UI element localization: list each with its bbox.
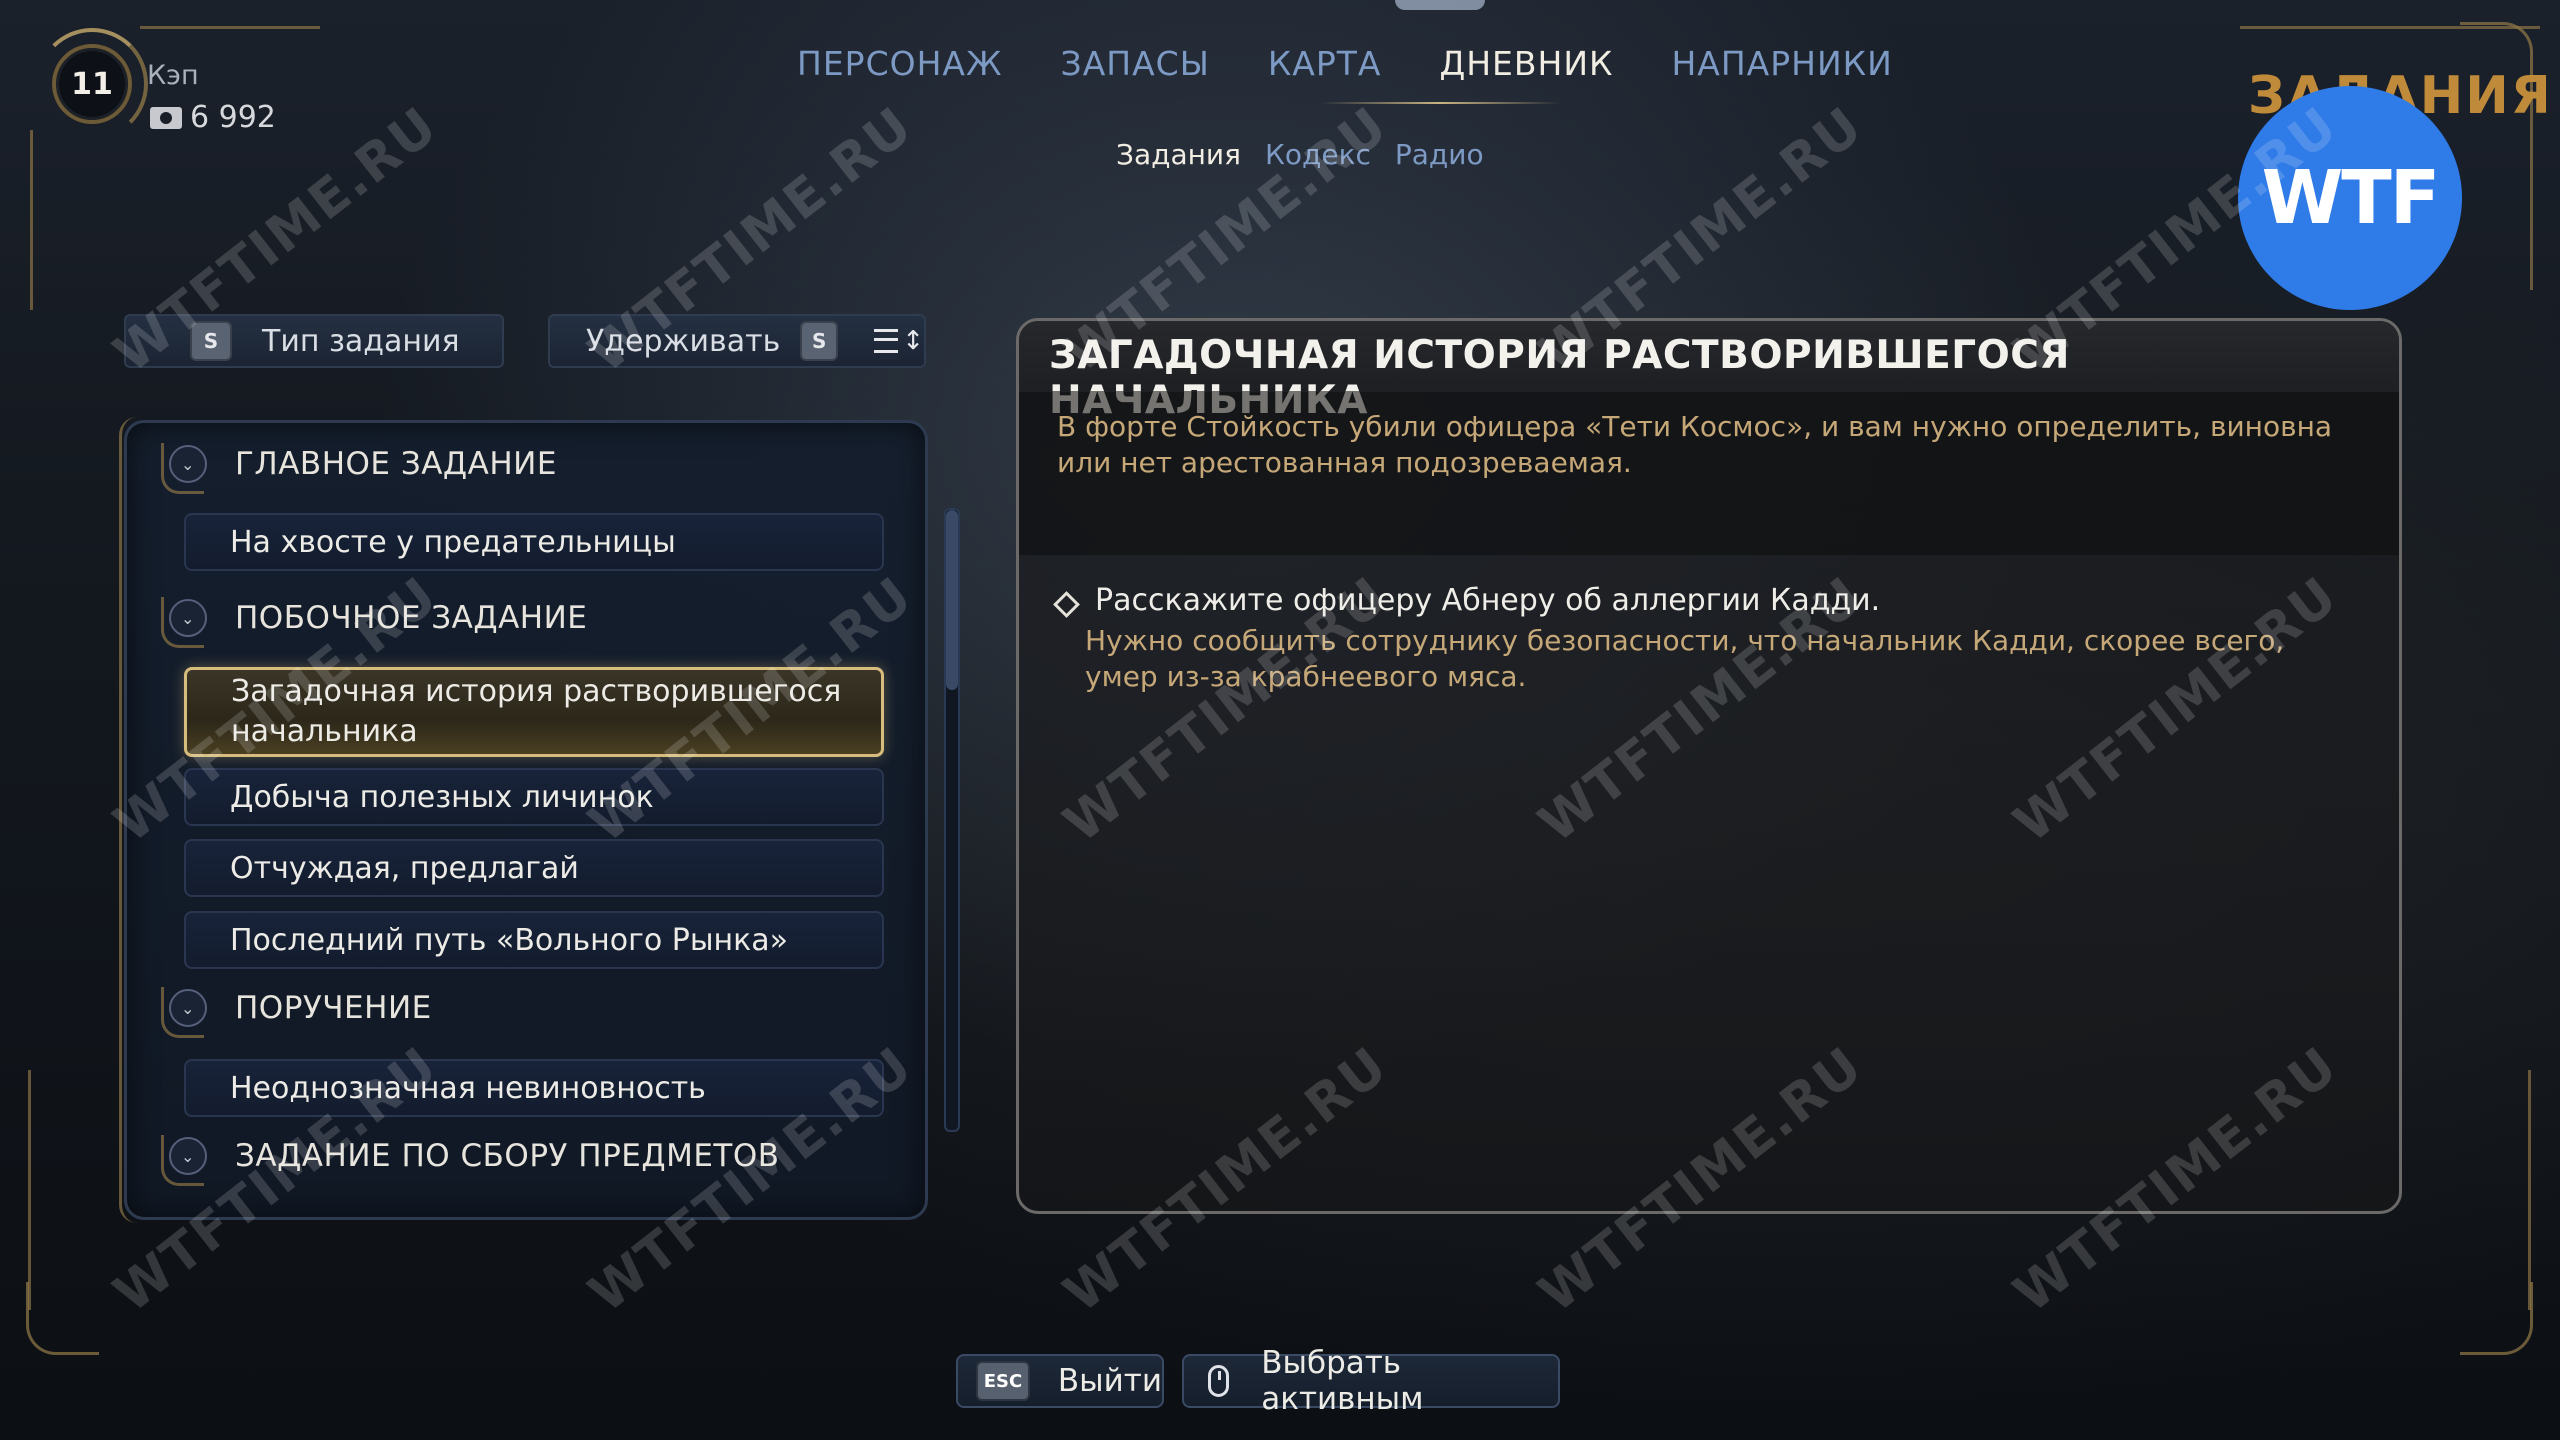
quest-list-scrollbar[interactable] xyxy=(944,508,960,1132)
nav-active-underline xyxy=(1320,102,1560,104)
frame-bottom-right xyxy=(2528,1070,2531,1310)
mouse-icon xyxy=(1208,1365,1230,1397)
objective-diamond-icon xyxy=(1053,591,1080,618)
subtab-radio[interactable]: Радио xyxy=(1395,138,1484,171)
category-label: ЗАДАНИЕ ПО СБОРУ ПРЕДМЕТОВ xyxy=(235,1138,780,1174)
quest-item[interactable]: На хвосте у предательницы xyxy=(184,513,884,571)
tab-map[interactable]: КАРТА xyxy=(1268,44,1382,83)
quest-item[interactable]: Добыча полезных личинок xyxy=(184,768,884,826)
tab-character[interactable]: ПЕРСОНАЖ xyxy=(797,44,1003,83)
exit-button[interactable]: ESC Выйти xyxy=(956,1354,1164,1408)
quest-item[interactable]: Последний путь «Вольного Рынка» xyxy=(184,911,884,969)
category-side-quest[interactable]: ⌄ ПОБОЧНОЕ ЗАДАНИЕ xyxy=(169,589,587,647)
set-active-button[interactable]: Выбрать активным xyxy=(1182,1345,1560,1417)
s-key-icon: S xyxy=(800,321,839,361)
sort-icon: ↕ xyxy=(874,326,924,356)
subtab-quests[interactable]: Задания xyxy=(1116,138,1241,171)
quest-label: Загадочная история растворившегося начал… xyxy=(231,674,842,749)
exit-label: Выйти xyxy=(1057,1363,1162,1399)
category-label: ПОБОЧНОЕ ЗАДАНИЕ xyxy=(235,600,588,636)
chevron-down-icon: ⌄ xyxy=(169,1137,207,1175)
quest-item[interactable]: Неоднозначная невиновность xyxy=(184,1059,884,1117)
tab-inventory[interactable]: ЗАПАСЫ xyxy=(1061,44,1210,83)
frame-top-left xyxy=(140,26,320,29)
subtab-codex[interactable]: Кодекс xyxy=(1265,138,1371,171)
chevron-down-icon: ⌄ xyxy=(169,989,207,1027)
category-main-quest[interactable]: ⌄ ГЛАВНОЕ ЗАДАНИЕ xyxy=(169,435,557,493)
quest-list-scroll-area[interactable]: ⌄ ГЛАВНОЕ ЗАДАНИЕ На хвосте у предательн… xyxy=(127,423,925,1217)
quest-description: В форте Стойкость убили офицера «Тети Ко… xyxy=(1057,410,2333,479)
objective-text: Нужно сообщить сотруднику безопасности, … xyxy=(1085,624,2285,693)
category-errand[interactable]: ⌄ ПОРУЧЕНИЕ xyxy=(169,979,432,1037)
player-level-badge: 11 xyxy=(52,44,132,124)
frame-corner-bottom-right xyxy=(2460,1282,2533,1355)
quest-type-filter-label: Тип задания xyxy=(262,323,460,359)
category-label: ГЛАВНОЕ ЗАДАНИЕ xyxy=(235,446,557,482)
quest-item[interactable]: Отчуждая, предлагай xyxy=(184,839,884,897)
top-nav: ПЕРСОНАЖ ЗАПАСЫ КАРТА ДНЕВНИК НАПАРНИКИ xyxy=(797,44,1893,83)
quest-label: Неоднозначная невиновность xyxy=(230,1070,706,1106)
sort-hold-button[interactable]: Удерживать S ↕ xyxy=(548,314,926,368)
quest-list-panel: ⌄ ГЛАВНОЕ ЗАДАНИЕ На хвосте у предательн… xyxy=(119,417,928,1223)
category-label: ПОРУЧЕНИЕ xyxy=(235,990,432,1026)
player-name: Кэп xyxy=(147,60,199,91)
tab-companions[interactable]: НАПАРНИКИ xyxy=(1671,44,1892,83)
quest-label: Отчуждая, предлагай xyxy=(230,850,579,886)
tab-journal[interactable]: ДНЕВНИК xyxy=(1439,44,1613,83)
esc-key-icon: ESC xyxy=(976,1361,1030,1401)
objective-title: Расскажите офицеру Абнеру об аллергии Ка… xyxy=(1095,583,1881,618)
nav-active-glow xyxy=(1395,0,1485,10)
currency-amount: 6 992 xyxy=(190,100,276,135)
sub-nav: Задания Кодекс Радио xyxy=(1116,138,1484,171)
quest-label: Добыча полезных личинок xyxy=(230,779,654,815)
player-currency: 6 992 xyxy=(150,100,276,135)
chevron-down-icon: ⌄ xyxy=(169,599,207,637)
quest-description-box: В форте Стойкость убили офицера «Тети Ко… xyxy=(1019,391,2399,555)
quest-label: Последний путь «Вольного Рынка» xyxy=(230,922,789,958)
quest-label: На хвосте у предательницы xyxy=(230,524,676,560)
frame-bottom-left xyxy=(28,1070,31,1310)
frame-corner-bottom-left xyxy=(26,1282,99,1355)
frame-left-bar xyxy=(30,130,33,310)
wtf-logo-badge: WTF xyxy=(2238,86,2462,310)
chevron-down-icon: ⌄ xyxy=(169,445,207,483)
quest-detail-panel: ЗАГАДОЧНАЯ ИСТОРИЯ РАСТВОРИВШЕГОСЯ НАЧАЛ… xyxy=(1016,318,2402,1214)
currency-icon xyxy=(150,106,182,129)
set-active-label: Выбрать активным xyxy=(1261,1345,1424,1417)
category-collection-quest[interactable]: ⌄ ЗАДАНИЕ ПО СБОРУ ПРЕДМЕТОВ xyxy=(169,1127,780,1185)
detail-header: ЗАГАДОЧНАЯ ИСТОРИЯ РАСТВОРИВШЕГОСЯ НАЧАЛ… xyxy=(1019,321,2399,423)
sort-hold-label: Удерживать xyxy=(586,323,781,359)
scrollbar-thumb[interactable] xyxy=(946,510,958,690)
s-key-icon: S xyxy=(190,321,232,361)
quest-type-filter-button[interactable]: S Тип задания xyxy=(124,314,504,368)
quest-item-selected[interactable]: Загадочная история растворившегося начал… xyxy=(184,667,884,757)
